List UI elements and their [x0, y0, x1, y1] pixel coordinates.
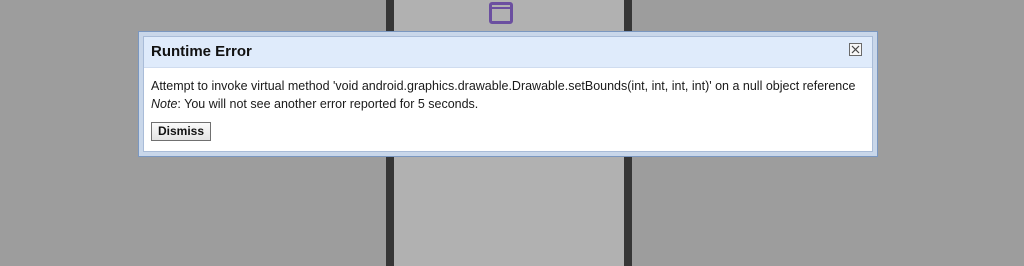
dialog-content: Runtime Error Attempt to invoke virtual … [143, 36, 873, 152]
dialog-body: Attempt to invoke virtual method 'void a… [144, 68, 872, 141]
note-text: : You will not see another error reporte… [177, 97, 479, 111]
window-icon [489, 2, 513, 24]
note-label: Note [151, 97, 178, 111]
error-message: Attempt to invoke virtual method 'void a… [151, 79, 856, 93]
runtime-error-dialog: Runtime Error Attempt to invoke virtual … [138, 31, 878, 157]
dialog-header: Runtime Error [144, 37, 872, 68]
error-note: Note: You will not see another error rep… [151, 95, 865, 113]
close-button[interactable] [849, 43, 862, 56]
close-icon [851, 45, 860, 54]
dialog-title: Runtime Error [151, 43, 252, 60]
dismiss-button[interactable]: Dismiss [151, 122, 212, 141]
